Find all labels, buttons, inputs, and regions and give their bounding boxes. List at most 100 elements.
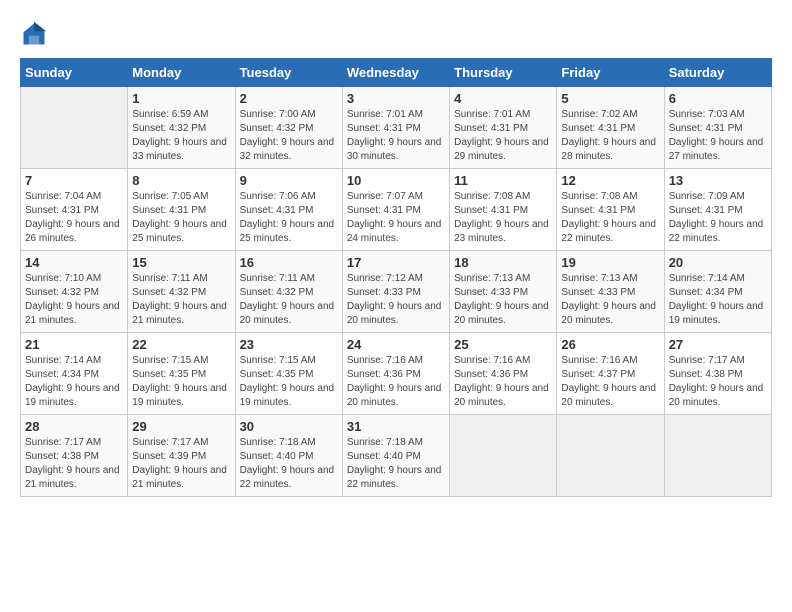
calendar-cell: 8 Sunrise: 7:05 AMSunset: 4:31 PMDaylight… xyxy=(128,169,235,251)
day-number: 20 xyxy=(669,255,767,270)
day-info: Sunrise: 7:13 AMSunset: 4:33 PMDaylight:… xyxy=(454,272,552,328)
day-number: 9 xyxy=(240,173,338,188)
calendar-cell xyxy=(664,415,771,497)
day-number: 14 xyxy=(25,255,123,270)
calendar-cell: 5 Sunrise: 7:02 AMSunset: 4:31 PMDaylight… xyxy=(557,87,664,169)
calendar-cell: 19 Sunrise: 7:13 AMSunset: 4:33 PMDayligh… xyxy=(557,251,664,333)
calendar-cell: 7 Sunrise: 7:04 AMSunset: 4:31 PMDaylight… xyxy=(21,169,128,251)
day-number: 27 xyxy=(669,337,767,352)
column-header-friday: Friday xyxy=(557,59,664,87)
calendar-cell: 20 Sunrise: 7:14 AMSunset: 4:34 PMDayligh… xyxy=(664,251,771,333)
day-number: 8 xyxy=(132,173,230,188)
day-info: Sunrise: 7:13 AMSunset: 4:33 PMDaylight:… xyxy=(561,272,659,328)
column-header-tuesday: Tuesday xyxy=(235,59,342,87)
day-number: 25 xyxy=(454,337,552,352)
calendar-cell: 3 Sunrise: 7:01 AMSunset: 4:31 PMDaylight… xyxy=(342,87,449,169)
day-number: 13 xyxy=(669,173,767,188)
day-number: 28 xyxy=(25,419,123,434)
calendar-cell: 30 Sunrise: 7:18 AMSunset: 4:40 PMDayligh… xyxy=(235,415,342,497)
calendar-cell: 15 Sunrise: 7:11 AMSunset: 4:32 PMDayligh… xyxy=(128,251,235,333)
day-number: 3 xyxy=(347,91,445,106)
calendar-cell xyxy=(557,415,664,497)
calendar-cell: 16 Sunrise: 7:11 AMSunset: 4:32 PMDayligh… xyxy=(235,251,342,333)
day-number: 15 xyxy=(132,255,230,270)
calendar-cell: 25 Sunrise: 7:16 AMSunset: 4:36 PMDayligh… xyxy=(450,333,557,415)
calendar-cell: 1Sunrise: 6:59 AMSunset: 4:32 PMDaylight… xyxy=(128,87,235,169)
calendar-week-row: 14Sunrise: 7:10 AMSunset: 4:32 PMDayligh… xyxy=(21,251,772,333)
day-number: 16 xyxy=(240,255,338,270)
calendar-week-row: 28 Sunrise: 7:17 AMSunset: 4:38 PMDayligh… xyxy=(21,415,772,497)
day-info: Sunrise: 7:11 AMSunset: 4:32 PMDaylight:… xyxy=(132,272,230,328)
calendar-cell xyxy=(450,415,557,497)
page-header xyxy=(20,20,772,48)
day-info: Sunrise: 7:05 AMSunset: 4:31 PMDaylight:… xyxy=(132,190,230,246)
day-info: Sunrise: 7:17 AMSunset: 4:39 PMDaylight:… xyxy=(132,436,230,492)
calendar-cell: 2 Sunrise: 7:00 AMSunset: 4:32 PMDaylight… xyxy=(235,87,342,169)
calendar-cell: 28 Sunrise: 7:17 AMSunset: 4:38 PMDayligh… xyxy=(21,415,128,497)
day-info: Sunrise: 7:07 AMSunset: 4:31 PMDaylight:… xyxy=(347,190,445,246)
day-number: 30 xyxy=(240,419,338,434)
calendar-cell: 11Sunrise: 7:08 AMSunset: 4:31 PMDayligh… xyxy=(450,169,557,251)
day-number: 29 xyxy=(132,419,230,434)
day-info: Sunrise: 7:14 AMSunset: 4:34 PMDaylight:… xyxy=(25,354,123,410)
day-info: Sunrise: 7:01 AMSunset: 4:31 PMDaylight:… xyxy=(454,108,552,164)
day-number: 7 xyxy=(25,173,123,188)
day-info: Sunrise: 7:16 AMSunset: 4:36 PMDaylight:… xyxy=(454,354,552,410)
calendar-cell: 13 Sunrise: 7:09 AMSunset: 4:31 PMDayligh… xyxy=(664,169,771,251)
calendar-cell: 23 Sunrise: 7:15 AMSunset: 4:35 PMDayligh… xyxy=(235,333,342,415)
day-number: 1 xyxy=(132,91,230,106)
calendar-cell: 26Sunrise: 7:16 AMSunset: 4:37 PMDayligh… xyxy=(557,333,664,415)
day-number: 23 xyxy=(240,337,338,352)
day-info: Sunrise: 7:06 AMSunset: 4:31 PMDaylight:… xyxy=(240,190,338,246)
calendar-cell xyxy=(21,87,128,169)
calendar-cell: 9 Sunrise: 7:06 AMSunset: 4:31 PMDaylight… xyxy=(235,169,342,251)
column-header-sunday: Sunday xyxy=(21,59,128,87)
day-number: 5 xyxy=(561,91,659,106)
day-info: Sunrise: 7:18 AMSunset: 4:40 PMDaylight:… xyxy=(347,436,445,492)
day-info: Sunrise: 7:17 AMSunset: 4:38 PMDaylight:… xyxy=(25,436,123,492)
column-header-thursday: Thursday xyxy=(450,59,557,87)
day-info: Sunrise: 7:08 AMSunset: 4:31 PMDaylight:… xyxy=(561,190,659,246)
column-header-monday: Monday xyxy=(128,59,235,87)
day-number: 17 xyxy=(347,255,445,270)
day-info: Sunrise: 7:02 AMSunset: 4:31 PMDaylight:… xyxy=(561,108,659,164)
day-info: Sunrise: 7:00 AMSunset: 4:32 PMDaylight:… xyxy=(240,108,338,164)
day-info: Sunrise: 7:17 AMSunset: 4:38 PMDaylight:… xyxy=(669,354,767,410)
day-number: 18 xyxy=(454,255,552,270)
day-info: Sunrise: 7:14 AMSunset: 4:34 PMDaylight:… xyxy=(669,272,767,328)
column-header-wednesday: Wednesday xyxy=(342,59,449,87)
day-info: Sunrise: 7:15 AMSunset: 4:35 PMDaylight:… xyxy=(240,354,338,410)
day-info: Sunrise: 7:04 AMSunset: 4:31 PMDaylight:… xyxy=(25,190,123,246)
day-info: Sunrise: 7:15 AMSunset: 4:35 PMDaylight:… xyxy=(132,354,230,410)
day-number: 6 xyxy=(669,91,767,106)
day-info: Sunrise: 7:08 AMSunset: 4:31 PMDaylight:… xyxy=(454,190,552,246)
day-info: Sunrise: 7:16 AMSunset: 4:36 PMDaylight:… xyxy=(347,354,445,410)
calendar-cell: 24Sunrise: 7:16 AMSunset: 4:36 PMDayligh… xyxy=(342,333,449,415)
calendar-cell: 29 Sunrise: 7:17 AMSunset: 4:39 PMDayligh… xyxy=(128,415,235,497)
calendar-week-row: 7 Sunrise: 7:04 AMSunset: 4:31 PMDaylight… xyxy=(21,169,772,251)
day-number: 4 xyxy=(454,91,552,106)
calendar-cell: 18 Sunrise: 7:13 AMSunset: 4:33 PMDayligh… xyxy=(450,251,557,333)
day-number: 12 xyxy=(561,173,659,188)
day-info: Sunrise: 7:01 AMSunset: 4:31 PMDaylight:… xyxy=(347,108,445,164)
day-number: 26 xyxy=(561,337,659,352)
day-number: 19 xyxy=(561,255,659,270)
column-header-saturday: Saturday xyxy=(664,59,771,87)
calendar-cell: 10 Sunrise: 7:07 AMSunset: 4:31 PMDayligh… xyxy=(342,169,449,251)
calendar-cell: 17Sunrise: 7:12 AMSunset: 4:33 PMDayligh… xyxy=(342,251,449,333)
day-info: Sunrise: 7:09 AMSunset: 4:31 PMDaylight:… xyxy=(669,190,767,246)
calendar-cell: 21 Sunrise: 7:14 AMSunset: 4:34 PMDayligh… xyxy=(21,333,128,415)
day-number: 31 xyxy=(347,419,445,434)
calendar-header-row: SundayMondayTuesdayWednesdayThursdayFrid… xyxy=(21,59,772,87)
day-info: Sunrise: 7:11 AMSunset: 4:32 PMDaylight:… xyxy=(240,272,338,328)
calendar-cell: 4 Sunrise: 7:01 AMSunset: 4:31 PMDaylight… xyxy=(450,87,557,169)
day-number: 21 xyxy=(25,337,123,352)
calendar-cell: 14Sunrise: 7:10 AMSunset: 4:32 PMDayligh… xyxy=(21,251,128,333)
day-number: 10 xyxy=(347,173,445,188)
calendar-week-row: 1Sunrise: 6:59 AMSunset: 4:32 PMDaylight… xyxy=(21,87,772,169)
calendar-week-row: 21 Sunrise: 7:14 AMSunset: 4:34 PMDayligh… xyxy=(21,333,772,415)
logo xyxy=(20,20,52,48)
day-info: Sunrise: 7:18 AMSunset: 4:40 PMDaylight:… xyxy=(240,436,338,492)
day-number: 2 xyxy=(240,91,338,106)
calendar-table: SundayMondayTuesdayWednesdayThursdayFrid… xyxy=(20,58,772,497)
